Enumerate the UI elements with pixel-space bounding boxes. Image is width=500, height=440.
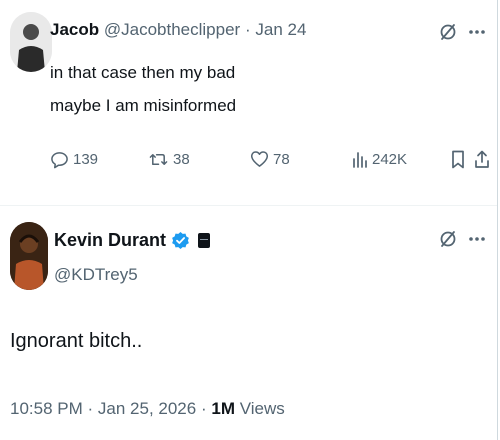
views-button[interactable]: 242K: [352, 150, 407, 168]
views-icon: [352, 150, 368, 168]
tweet-top-actions: [438, 22, 486, 42]
tweet-text-line: maybe I am misinformed: [50, 96, 237, 115]
avatar[interactable]: [10, 12, 52, 72]
verified-badge-icon[interactable]: [171, 231, 190, 250]
author-handle[interactable]: @KDTrey5: [54, 265, 138, 285]
author-name-row: Kevin Durant: [54, 230, 211, 251]
reply-count: 139: [73, 151, 99, 168]
tweet-time[interactable]: 10:58 PM: [10, 399, 83, 418]
views-count: 1M: [211, 399, 235, 418]
author-name[interactable]: Jacob: [50, 20, 99, 39]
more-icon[interactable]: [468, 29, 486, 35]
bookmark-button[interactable]: [451, 150, 465, 169]
dot-separator: ·: [244, 20, 251, 39]
tweet-text: Ignorant bitch..: [10, 330, 143, 352]
action-bar: 139 38 78 242K: [0, 150, 500, 176]
share-button[interactable]: [474, 150, 490, 169]
grok-icon[interactable]: [438, 22, 458, 42]
tweet-text-line: in that case then my bad: [50, 63, 236, 82]
views-count: 242K: [372, 150, 408, 168]
views-label: Views: [239, 399, 285, 418]
author-name[interactable]: Kevin Durant: [54, 230, 166, 251]
tweet-divider: [0, 205, 497, 206]
tweet-top-actions: [438, 229, 486, 249]
dot-separator: ·: [87, 399, 94, 418]
avatar[interactable]: [10, 222, 48, 290]
tweet-meta: 10:58 PM · Jan 25, 2026 · 1M Views: [10, 399, 285, 419]
like-count: 78: [273, 150, 290, 168]
reply-header: Jacob @Jacobtheclipper · Jan 24: [50, 20, 306, 40]
tweet-date[interactable]: Jan 25, 2026: [98, 399, 196, 418]
tweet-date[interactable]: Jan 24: [255, 20, 306, 39]
repost-button[interactable]: 38: [148, 150, 190, 169]
share-icon: [474, 150, 490, 169]
author-handle[interactable]: @Jacobtheclipper: [104, 20, 240, 39]
grok-icon[interactable]: [438, 229, 458, 249]
dot-separator: ·: [200, 399, 207, 418]
repost-icon: [148, 150, 169, 169]
bookmark-icon: [451, 150, 465, 169]
reply-button[interactable]: 139: [50, 150, 98, 169]
like-icon: [250, 150, 269, 168]
reply-icon: [50, 150, 69, 169]
affiliate-badge-icon[interactable]: [198, 233, 211, 248]
more-icon[interactable]: [468, 236, 486, 242]
repost-count: 38: [173, 151, 190, 168]
like-button[interactable]: 78: [250, 150, 290, 168]
reply-tweet[interactable]: Jacob @Jacobtheclipper · Jan 24 in that …: [0, 0, 500, 200]
